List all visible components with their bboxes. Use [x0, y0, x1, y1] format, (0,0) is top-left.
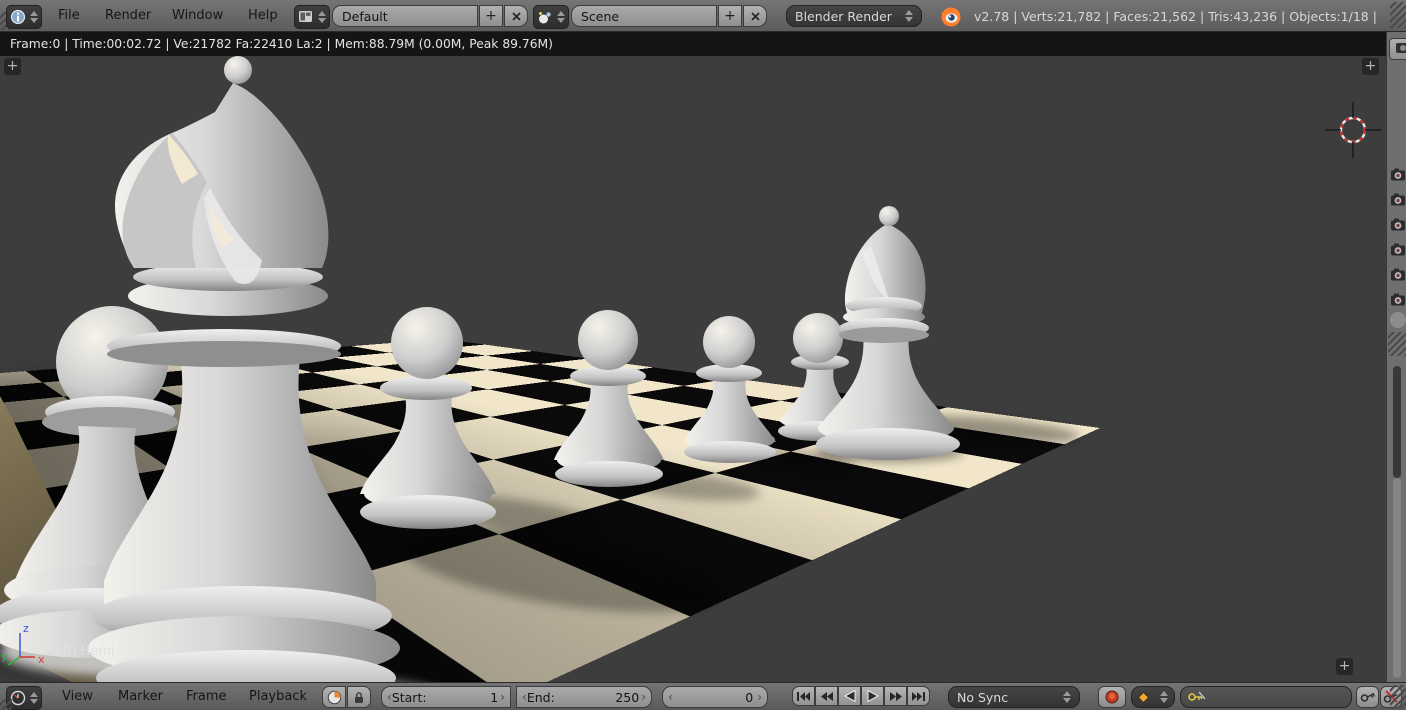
previous-keyframe-button[interactable]	[815, 686, 838, 706]
sync-mode-select[interactable]: No Sync	[948, 686, 1080, 708]
chess-pawn	[554, 310, 664, 487]
current-frame-field[interactable]: ‹ 0 ›	[662, 686, 768, 708]
keying-set-key-icon	[1188, 691, 1206, 701]
jump-to-start-button[interactable]	[792, 686, 815, 706]
camera-render-toggle-icon[interactable]	[1390, 291, 1406, 306]
menu-window[interactable]: Window	[166, 0, 229, 32]
render-engine-select[interactable]: Blender Render	[786, 5, 922, 27]
menu-file[interactable]: File	[52, 0, 86, 32]
axis-x-label: x	[38, 653, 45, 666]
editor-switch-arrows	[30, 11, 38, 23]
add-scene-button[interactable]: +	[718, 5, 742, 27]
start-frame-field[interactable]: ‹ Start: 1 ›	[381, 686, 511, 708]
play-reverse-button[interactable]	[838, 686, 861, 706]
scene-browse-button[interactable]	[533, 5, 569, 29]
delete-scene-button[interactable]	[743, 5, 767, 27]
menu-playback[interactable]: Playback	[243, 683, 313, 710]
info-editor-icon	[10, 9, 26, 25]
blender-window: File Render Window Help Default + Scene …	[0, 0, 1406, 710]
keying-select-arrows	[1160, 691, 1168, 703]
menu-render[interactable]: Render	[99, 0, 157, 32]
increment-arrow[interactable]: ›	[641, 687, 646, 707]
editor-switch-arrows	[30, 692, 38, 704]
keying-diamond-icon	[1138, 691, 1149, 703]
properties-panel-expand-button[interactable]: +	[1362, 58, 1379, 75]
end-frame-value: 250	[615, 689, 640, 705]
active-object-label: (0) Hemi	[58, 644, 115, 659]
menu-frame[interactable]: Frame	[180, 683, 233, 710]
timeline-header: View Marker Frame Playback ‹ Start: 1 › …	[0, 682, 1406, 710]
close-icon	[750, 11, 760, 21]
material-preview-sphere	[1390, 312, 1406, 328]
close-icon	[511, 11, 521, 21]
panel-expand-button[interactable]: +	[1336, 658, 1353, 675]
play-button[interactable]	[861, 686, 884, 706]
blender-logo	[941, 7, 961, 27]
use-preview-range-toggle[interactable]	[322, 686, 346, 708]
menu-marker[interactable]: Marker	[112, 683, 169, 710]
layout-switch-arrows	[318, 11, 326, 23]
camera-render-toggle-icon[interactable]	[1390, 241, 1406, 256]
autokey-record-button[interactable]	[1098, 686, 1126, 708]
current-frame-value: 0	[745, 689, 754, 705]
sync-select-arrows	[1063, 691, 1071, 703]
scene-statistics: v2.78 | Verts:21,782 | Faces:21,562 | Tr…	[974, 9, 1378, 24]
engine-select-arrows	[905, 10, 913, 22]
corner-grip[interactable]	[0, 699, 12, 710]
axis-y-label: y	[1, 650, 8, 663]
screen-layout-icon	[299, 11, 312, 22]
jump-to-end-button[interactable]	[907, 686, 930, 706]
record-icon	[1105, 690, 1119, 704]
add-layout-button[interactable]: +	[479, 5, 503, 27]
start-frame-value: 1	[490, 689, 499, 705]
screen-layout-field[interactable]: Default	[332, 5, 478, 27]
lock-icon	[355, 691, 363, 703]
chess-pawn	[360, 307, 496, 529]
scene-switch-arrows	[557, 11, 565, 23]
autokey-mode-select[interactable]	[1131, 686, 1175, 708]
menu-help[interactable]: Help	[242, 0, 284, 32]
next-keyframe-button[interactable]	[884, 686, 907, 706]
3d-cursor	[1325, 102, 1381, 158]
camera-render-toggle-icon[interactable]	[1390, 266, 1406, 281]
camera-render-toggle-icon[interactable]	[1390, 166, 1406, 181]
key-icon	[1360, 692, 1375, 702]
toolshelf-expand-button[interactable]: +	[4, 58, 21, 75]
editor-type-button[interactable]	[6, 5, 42, 29]
delete-layout-button[interactable]	[504, 5, 528, 27]
increment-arrow[interactable]: ›	[500, 687, 505, 707]
camera-render-toggle-icon[interactable]	[1390, 191, 1406, 206]
playback-controls	[792, 686, 930, 706]
outliner-edge-strip	[1386, 32, 1406, 682]
insert-keyframe-button[interactable]	[1356, 686, 1379, 708]
scrollbar-track[interactable]	[1393, 366, 1401, 478]
chess-scene: z y x	[0, 56, 1381, 682]
active-keying-set-field[interactable]	[1180, 686, 1352, 708]
partial-icon-button[interactable]	[1389, 38, 1406, 60]
corner-grip[interactable]	[1390, 685, 1406, 709]
corner-grip[interactable]	[1388, 332, 1406, 356]
end-frame-field[interactable]: ‹ End: 250 ›	[516, 686, 652, 708]
axis-z-label: z	[23, 622, 29, 635]
info-header: File Render Window Help Default + Scene …	[0, 0, 1406, 32]
camera-render-toggle-icon[interactable]	[1390, 216, 1406, 231]
timeline-editor-icon	[10, 690, 26, 706]
menu-view[interactable]: View	[56, 683, 99, 710]
scene-name-field[interactable]: Scene	[571, 5, 717, 27]
corner-grip[interactable]	[1390, 2, 1406, 28]
preview-range-clock-icon	[327, 690, 341, 704]
lock-time-cursor-toggle[interactable]	[347, 686, 371, 708]
increment-arrow[interactable]: ›	[757, 687, 762, 707]
chess-pawn	[684, 316, 776, 463]
3d-viewport[interactable]: z y x + + + (0) Hemi	[0, 56, 1386, 682]
screen-layout-button[interactable]	[294, 5, 330, 29]
scene-icon	[539, 11, 551, 23]
scrollbar-thumb[interactable]	[1393, 478, 1401, 678]
render-stats-bar: Frame:0 | Time:00:02.72 | Ve:21782 Fa:22…	[0, 32, 1386, 56]
